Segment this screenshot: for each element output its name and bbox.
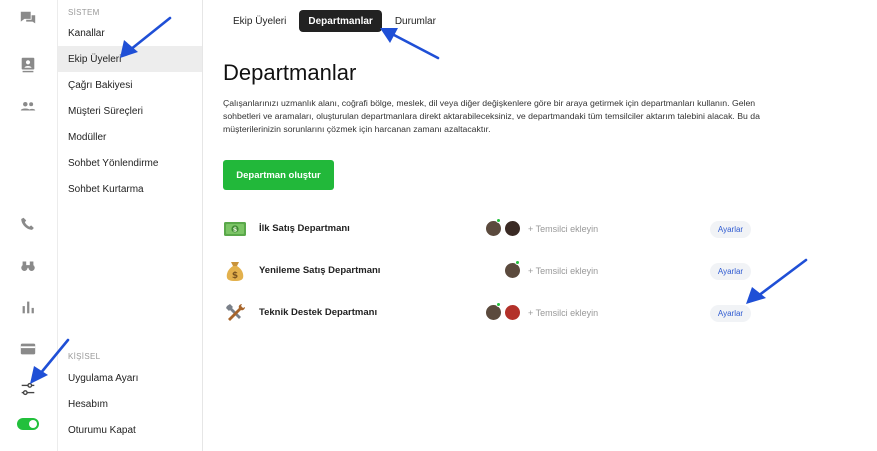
department-name: İlk Satış Departmanı [259, 223, 350, 234]
money-icon: $ [224, 222, 246, 236]
svg-text:$: $ [233, 226, 238, 234]
member-avatars [485, 302, 525, 323]
department-row: Teknik Destek Departmanı + Temsilci ekle… [223, 298, 763, 328]
add-representative-link[interactable]: + Temsilci ekleyin [528, 266, 598, 276]
department-settings-button[interactable]: Ayarlar [710, 221, 751, 238]
tab-bar: Ekip Üyeleri Departmanlar Durumlar [224, 10, 449, 32]
phone-icon[interactable] [17, 213, 39, 235]
online-status-dot [496, 218, 501, 223]
menu-item-uygulama-ayari[interactable]: Uygulama Ayarı [58, 365, 202, 391]
money-bag-icon: $ [226, 262, 244, 281]
svg-text:$: $ [232, 271, 238, 281]
department-name: Yenileme Satış Departmanı [259, 265, 381, 276]
add-representative-link[interactable]: + Temsilci ekleyin [528, 308, 598, 318]
add-representative-link[interactable]: + Temsilci ekleyin [528, 224, 598, 234]
settings-menu: SİSTEM Kanallar Ekip Üyeleri Çağrı Bakiy… [58, 0, 203, 451]
avatar[interactable] [504, 304, 521, 321]
department-name: Teknik Destek Departmanı [259, 307, 378, 318]
tab-ekip-uyeleri[interactable]: Ekip Üyeleri [224, 10, 295, 32]
menu-item-cagri-bakiyesi[interactable]: Çağrı Bakiyesi [58, 72, 202, 98]
avatar[interactable] [504, 220, 521, 237]
credit-card-icon[interactable] [17, 338, 39, 360]
section-personal-label: KİŞİSEL [68, 352, 101, 361]
tools-icon [226, 304, 245, 321]
contact-card-icon[interactable] [17, 54, 39, 76]
page-title: Departmanlar [223, 60, 357, 85]
menu-item-sohbet-kurtarma[interactable]: Sohbet Kurtarma [58, 176, 202, 202]
people-icon[interactable] [17, 95, 39, 117]
create-department-button[interactable]: Departman oluştur [223, 160, 334, 190]
department-settings-button[interactable]: Ayarlar [710, 305, 751, 322]
icon-rail [0, 0, 58, 451]
binoculars-icon[interactable] [17, 255, 39, 277]
menu-item-moduller[interactable]: Modüller [58, 124, 202, 150]
menu-item-musteri-surecleri[interactable]: Müşteri Süreçleri [58, 98, 202, 124]
page-description: Çalışanlarınızı uzmanlık alanı, coğrafi … [223, 98, 760, 135]
section-system-label: SİSTEM [68, 8, 100, 17]
menu-item-kanallar[interactable]: Kanallar [58, 20, 202, 46]
menu-item-oturumu-kapat[interactable]: Oturumu Kapat [58, 417, 202, 443]
tab-departmanlar[interactable]: Departmanlar [299, 10, 382, 32]
online-status-dot [496, 302, 501, 307]
status-toggle[interactable] [17, 418, 39, 430]
menu-item-sohbet-yonlendirme[interactable]: Sohbet Yönlendirme [58, 150, 202, 176]
chat-icon[interactable] [17, 7, 39, 29]
member-avatars [485, 218, 525, 239]
online-status-dot [515, 260, 520, 265]
tab-durumlar[interactable]: Durumlar [386, 10, 445, 32]
sliders-icon[interactable] [17, 378, 39, 400]
department-row: $ İlk Satış Departmanı + Temsilci ekleyi… [223, 214, 763, 244]
menu-item-ekip-uyeleri[interactable]: Ekip Üyeleri [58, 46, 202, 72]
bar-chart-icon[interactable] [17, 296, 39, 318]
member-avatars [485, 260, 525, 281]
department-row: $ Yenileme Satış Departmanı + Temsilci e… [223, 256, 763, 286]
menu-item-hesabim[interactable]: Hesabım [58, 391, 202, 417]
department-settings-button[interactable]: Ayarlar [710, 263, 751, 280]
